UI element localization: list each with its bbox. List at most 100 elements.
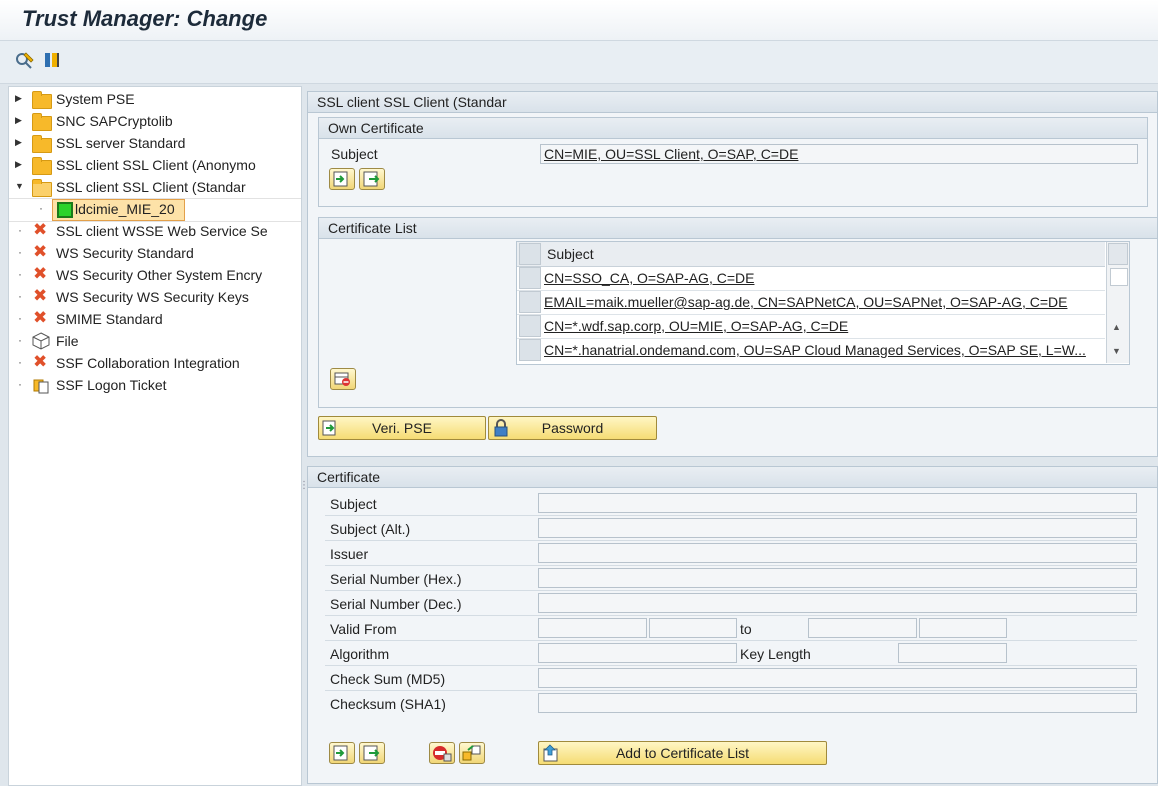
column-settings-button[interactable] [1108, 243, 1128, 265]
table-header: Subject [517, 242, 1105, 267]
scroll-down-icon[interactable]: ▼ [1112, 346, 1121, 356]
certificate-list-title: Certificate List [328, 220, 417, 236]
add-to-certificate-list-button[interactable]: Add to Certificate List [538, 741, 827, 765]
tree-item-smime-standard[interactable]: · ✖ SMIME Standard [9, 308, 301, 331]
own-certificate-group: Own Certificate Subject CN=MIE, OU=SSL C… [318, 117, 1148, 207]
title-bar: Trust Manager: Change [0, 0, 1158, 41]
cert-stop-button[interactable] [429, 742, 455, 764]
expand-arrow-icon[interactable]: ▶ [15, 159, 22, 170]
export-certificate-button[interactable] [359, 168, 385, 190]
tree-item-ws-security-other[interactable]: · ✖ WS Security Other System Encry [9, 264, 301, 287]
valid-to-time-field[interactable] [919, 618, 1007, 638]
own-subject-value[interactable]: CN=MIE, OU=SSL Client, O=SAP, C=DE [544, 146, 798, 162]
tree-item-ssf-collaboration[interactable]: · ✖ SSF Collaboration Integration [9, 352, 301, 375]
tree-item-label: System PSE [56, 91, 135, 107]
tree-item-label: SSF Collaboration Integration [56, 355, 240, 371]
serial-dec-field[interactable] [538, 593, 1137, 613]
veri-pse-button[interactable]: Veri. PSE [318, 416, 486, 440]
password-button[interactable]: Password [488, 416, 657, 440]
valid-from-time-field[interactable] [649, 618, 737, 638]
expand-arrow-icon[interactable]: ▶ [15, 93, 22, 104]
certificate-ok-icon [57, 202, 73, 218]
checksum-sha1-field[interactable] [538, 693, 1137, 713]
folder-icon [32, 157, 52, 175]
subject-alt-field[interactable] [538, 518, 1137, 538]
tree-item-ssl-client-anonymous[interactable]: ▶ SSL client SSL Client (Anonymo [9, 155, 301, 177]
pse-panel-title: SSL client SSL Client (Standar [317, 94, 507, 110]
veri-pse-label: Veri. PSE [372, 420, 432, 436]
certificate-panel: Certificate Subject Subject (Alt.) Issue… [307, 466, 1158, 784]
certificate-panel-title: Certificate [317, 469, 381, 485]
own-subject-label: Subject [331, 146, 378, 162]
column-header-subject[interactable]: Subject [547, 246, 594, 262]
collapse-arrow-icon[interactable]: ▼ [15, 181, 24, 191]
where-used-icon[interactable] [42, 49, 64, 71]
checksum-md5-field[interactable] [538, 668, 1137, 688]
folder-icon [32, 91, 52, 109]
import-icon [333, 171, 348, 187]
export-icon [363, 745, 380, 761]
tree-item-label: SMIME Standard [56, 311, 163, 327]
tree-item-ssl-client-wsse[interactable]: · ✖ SSL client WSSE Web Service Se [9, 220, 301, 243]
error-x-icon: ✖ [33, 242, 48, 261]
own-subject-field[interactable]: CN=MIE, OU=SSL Client, O=SAP, C=DE [540, 144, 1138, 164]
tree-item-ws-security-standard[interactable]: · ✖ WS Security Standard [9, 242, 301, 265]
tree-item-label: SSF Logon Ticket [56, 377, 167, 393]
delete-certificate-button[interactable] [330, 368, 356, 390]
tree-item-label: SNC SAPCryptolib [56, 113, 173, 129]
password-label: Password [541, 420, 604, 436]
row-selector[interactable] [519, 339, 541, 361]
row-selector[interactable] [519, 291, 541, 313]
cert-transfer-button[interactable] [459, 742, 485, 764]
import-certificate-button[interactable] [329, 168, 355, 190]
expand-arrow-icon[interactable]: ▶ [15, 115, 22, 126]
table-vertical-scrollbar[interactable]: ▲ ▼ [1106, 242, 1129, 363]
application-toolbar [0, 41, 1158, 84]
valid-from-date-field[interactable] [538, 618, 647, 638]
tree-item-file[interactable]: · File [9, 331, 301, 353]
folder-icon [32, 113, 52, 131]
subject-alt-label: Subject (Alt.) [330, 521, 411, 537]
to-label: to [740, 621, 752, 637]
algorithm-label: Algorithm [330, 646, 390, 662]
row-selector[interactable] [519, 315, 541, 337]
table-cell-subject[interactable]: CN=*.wdf.sap.corp, OU=MIE, O=SAP-AG, C=D… [544, 318, 1104, 334]
tree-item-ssl-server-standard[interactable]: ▶ SSL server Standard [9, 133, 301, 155]
row-selector[interactable] [519, 267, 541, 289]
tree-item-ssf-logon-ticket[interactable]: · SSF Logon Ticket [9, 375, 301, 397]
tree-item-label: WS Security Other System Encry [56, 267, 263, 283]
valid-to-date-field[interactable] [808, 618, 917, 638]
tree-item-label: WS Security WS Security Keys [56, 289, 249, 305]
serial-hex-field[interactable] [538, 568, 1137, 588]
tree-item-snc-sapcryptolib[interactable]: ▶ SNC SAPCryptolib [9, 111, 301, 133]
subject-label: Subject [330, 496, 377, 512]
issuer-label: Issuer [330, 546, 369, 562]
tree-item-label: ldcimie_MIE_20 [75, 201, 175, 217]
error-x-icon: ✖ [33, 352, 48, 371]
selected-node[interactable]: ldcimie_MIE_20 [52, 199, 185, 221]
algorithm-field[interactable] [538, 643, 737, 663]
cert-export-button[interactable] [359, 742, 385, 764]
export-icon [363, 171, 380, 187]
valid-from-label: Valid From [330, 621, 397, 637]
subject-field[interactable] [538, 493, 1137, 513]
display-change-icon[interactable] [14, 49, 36, 71]
tree-item-system-pse[interactable]: ▶ System PSE [9, 89, 301, 111]
issuer-field[interactable] [538, 543, 1137, 563]
tree-item-label: SSL client WSSE Web Service Se [56, 223, 268, 239]
tree-item-ldcimie[interactable]: · ldcimie_MIE_20 [9, 198, 301, 222]
table-cell-subject[interactable]: EMAIL=maik.mueller@sap-ag.de, CN=SAPNetC… [544, 294, 1104, 310]
scroll-thumb[interactable] [1110, 268, 1128, 286]
table-cell-subject[interactable]: CN=SSO_CA, O=SAP-AG, C=DE [544, 270, 1104, 286]
select-all-cell[interactable] [519, 243, 541, 265]
pse-tree: ▶ System PSE ▶ SNC SAPCryptolib ▶ SSL se… [8, 86, 302, 786]
table-cell-subject[interactable]: CN=*.hanatrial.ondemand.com, OU=SAP Clou… [544, 342, 1104, 358]
transfer-icon [462, 745, 481, 761]
tree-item-ws-security-keys[interactable]: · ✖ WS Security WS Security Keys [9, 286, 301, 309]
expand-arrow-icon[interactable]: ▶ [15, 137, 22, 148]
serial-dec-label: Serial Number (Dec.) [330, 596, 462, 612]
key-length-field[interactable] [898, 643, 1007, 663]
cert-import-button[interactable] [329, 742, 355, 764]
scroll-up-icon[interactable]: ▲ [1112, 322, 1121, 332]
tree-item-ssl-client-standard[interactable]: ▼ SSL client SSL Client (Standar [9, 177, 301, 199]
